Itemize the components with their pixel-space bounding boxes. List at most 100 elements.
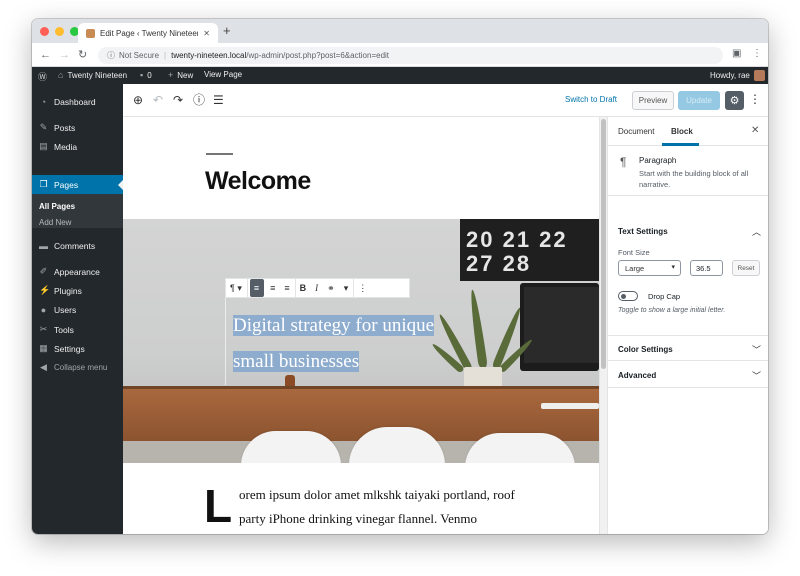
align-left-icon[interactable]: ≡ (249, 279, 265, 297)
user-icon: ● (40, 304, 47, 315)
view-page-label: View Page (204, 70, 243, 79)
sidebar-item-settings[interactable]: ▦ Settings (32, 339, 123, 358)
forward-icon[interactable]: → (59, 48, 70, 62)
url-separator: | (164, 51, 167, 60)
page-title[interactable]: Welcome (205, 167, 311, 196)
sidebar-item-label: Tools (54, 324, 74, 335)
close-icon[interactable]: ✕ (751, 125, 759, 136)
reload-icon[interactable]: ↻ (78, 48, 87, 62)
chevron-down-icon[interactable]: ﹀ (752, 369, 761, 382)
wrench-icon: ✂ (39, 324, 48, 334)
editor-scrollbar[interactable] (599, 117, 607, 534)
extension-icon[interactable]: ▣ (732, 48, 741, 59)
sidebar-item-users[interactable]: ● Users (32, 300, 123, 319)
block-description: Start with the building block of all nar… (639, 169, 749, 189)
more-format-chevron-icon[interactable]: ▾ (340, 279, 354, 297)
account-menu[interactable]: Howdy, rae (710, 70, 765, 81)
chevron-up-icon[interactable]: ︿ (752, 225, 761, 238)
cover-block[interactable]: 20 21 22 27 28 ¶ ▾ ≡ ≡ ≡ B I ⚭ ▾ ⋮ Digit… (123, 219, 599, 463)
body-paragraph[interactable]: orem ipsum dolor amet mlkshk taiyaki por… (239, 483, 539, 531)
sidebar-item-dashboard[interactable]: ◔ Dashboard (32, 92, 123, 111)
italic-icon[interactable]: I (311, 279, 323, 297)
gear-icon: ⚙ (729, 95, 740, 107)
info-icon[interactable]: ⓘ (107, 50, 115, 61)
sidebar-item-appearance[interactable]: ✐ Appearance (32, 262, 123, 281)
undo-icon[interactable]: ↶ (153, 93, 163, 107)
sidebar-item-posts[interactable]: ✎ Posts (32, 118, 123, 137)
title-divider (206, 153, 233, 155)
address-bar[interactable]: ⓘ Not Secure | twenty-nineteen.local/wp-… (98, 47, 723, 64)
sidebar-item-label: Media (54, 141, 78, 152)
drop-cap-toggle[interactable] (618, 291, 638, 301)
text-settings-panel[interactable]: Text Settings ︿ (608, 218, 768, 244)
link-icon[interactable]: ⚭ (323, 279, 340, 297)
color-settings-panel[interactable]: Color Settings ﹀ (608, 335, 768, 361)
preview-button[interactable]: Preview (632, 91, 674, 110)
browser-tab[interactable]: Edit Page ‹ Twenty Nineteen — ✕ (78, 23, 218, 43)
sidebar-item-comments[interactable]: ▬ Comments (32, 236, 123, 255)
submenu-add-new[interactable]: Add New (39, 218, 71, 227)
sidebar-item-label: Appearance (54, 266, 100, 277)
sidebar-item-tools[interactable]: ✂ Tools (32, 320, 123, 339)
url-host: twenty-nineteen.local (171, 51, 247, 60)
settings-gear-button[interactable]: ⚙ (725, 91, 744, 110)
drop-cap-letter: L (204, 480, 233, 532)
cover-text-selection[interactable]: Digital strategy for unique small busine… (233, 315, 435, 372)
sidebar-item-label: Posts (54, 122, 76, 133)
comments-link[interactable]: ▪ 0 (140, 70, 152, 80)
block-card: ¶ Paragraph Start with the building bloc… (608, 146, 768, 196)
back-icon[interactable]: ← (40, 48, 51, 62)
view-page-link[interactable]: View Page (204, 70, 242, 79)
sidebar-item-media[interactable]: ▤ Media (32, 137, 123, 156)
collapse-menu-button[interactable]: ◀ Collapse menu (32, 358, 123, 377)
tab-document[interactable]: Document (618, 127, 654, 136)
info-circle-icon[interactable]: ⓘ (193, 93, 205, 107)
redo-icon[interactable]: ↷ (173, 93, 183, 107)
font-size-input[interactable]: 36.5 (690, 260, 723, 276)
collapse-icon: ◀ (40, 362, 47, 372)
tab-block[interactable]: Block (671, 127, 693, 136)
advanced-panel[interactable]: Advanced ﹀ (608, 362, 768, 388)
sidebar-item-label: Plugins (54, 285, 82, 296)
security-label: Not Secure (119, 51, 160, 60)
cover-paragraph[interactable]: Digital strategy for unique small busine… (233, 308, 463, 380)
switch-to-draft-button[interactable]: Switch to Draft (565, 95, 617, 104)
admin-sidebar: ◔ Dashboard ✎ Posts ▤ Media ❐ Pages All … (32, 84, 123, 534)
align-center-icon[interactable]: ≡ (266, 279, 280, 297)
more-options-icon[interactable]: ⋮ (749, 92, 761, 106)
calendar-row: 20 21 22 (466, 227, 568, 252)
submenu-all-pages[interactable]: All Pages (39, 202, 75, 211)
outline-icon[interactable]: ☰ (213, 93, 224, 107)
wp-admin-bar: Ⓦ ⌂ Twenty Nineteen ▪ 0 + New View Page … (32, 67, 768, 84)
align-right-icon[interactable]: ≡ (280, 279, 294, 297)
chevron-down-icon[interactable]: ﹀ (752, 343, 761, 356)
site-name-link[interactable]: ⌂ Twenty Nineteen (58, 70, 127, 80)
wp-logo-icon[interactable]: Ⓦ (38, 70, 47, 83)
sidebar-item-pages[interactable]: ❐ Pages (32, 175, 123, 194)
scrollbar-thumb[interactable] (601, 119, 606, 369)
pages-icon: ❐ (39, 179, 48, 189)
home-icon: ⌂ (58, 70, 64, 80)
font-size-reset-button[interactable]: Reset (732, 260, 760, 276)
paragraph-switcher-icon[interactable]: ¶ ▾ (226, 279, 247, 297)
close-window-button[interactable] (40, 27, 49, 36)
brush-icon: ✐ (39, 266, 48, 276)
new-tab-button[interactable]: + (223, 24, 231, 38)
drop-cap-label: Drop Cap (648, 292, 681, 301)
font-size-select[interactable]: Large ▾ (618, 260, 681, 276)
new-content-link[interactable]: + New (168, 70, 193, 80)
keyboard-image (541, 403, 599, 409)
update-button[interactable]: Update (678, 91, 720, 110)
dashboard-icon: ◔ (40, 96, 47, 107)
editor-canvas: Welcome 20 21 22 27 28 ¶ ▾ ≡ ≡ ≡ B I ⚭ ▾… (123, 117, 599, 534)
add-block-icon[interactable]: ⊕ (133, 93, 143, 107)
bold-icon[interactable]: B (296, 279, 312, 297)
minimize-window-button[interactable] (55, 27, 64, 36)
tab-close-icon[interactable]: ✕ (203, 29, 210, 38)
tab-favicon-icon (86, 28, 95, 38)
sidebar-item-plugins[interactable]: ⚡ Plugins (32, 281, 123, 300)
comment-bubble-icon: ▪ (140, 70, 144, 80)
block-more-options-icon[interactable]: ⋮ (354, 279, 372, 297)
comment-icon: ▬ (39, 240, 48, 251)
browser-menu-icon[interactable]: ⋮ (752, 48, 762, 59)
